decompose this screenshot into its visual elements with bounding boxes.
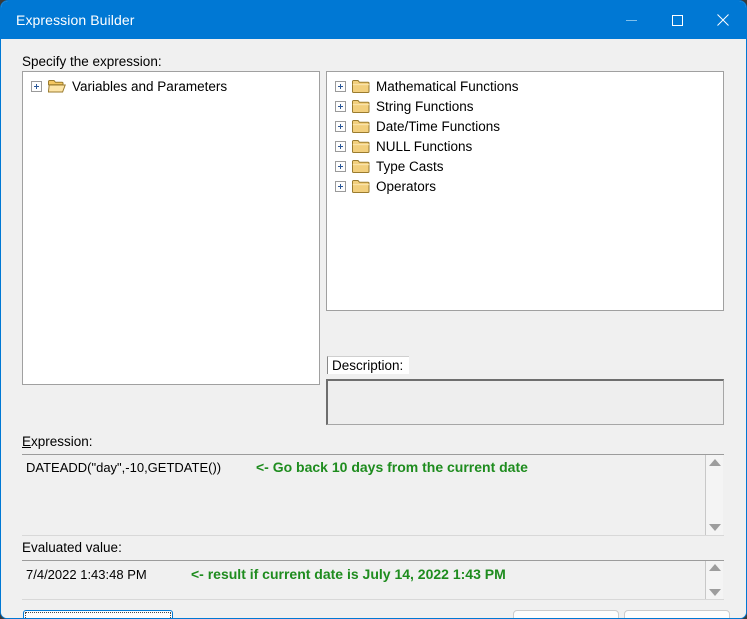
evaluated-scrollbar[interactable] (705, 561, 723, 599)
window-title: Expression Builder (16, 12, 135, 28)
tree-item-label: NULL Functions (376, 138, 473, 154)
expand-plus-icon[interactable] (335, 80, 346, 92)
expand-plus-icon[interactable] (31, 80, 42, 92)
description-label: Description: (327, 356, 410, 374)
tree-item-operators[interactable]: Operators (327, 176, 723, 196)
tree-item-label: Type Casts (376, 158, 444, 174)
tree-item-date-time-functions[interactable]: Date/Time Functions (327, 116, 723, 136)
evaluated-value-label: Evaluated value: (22, 540, 122, 555)
evaluate-label-accel: v (45, 616, 52, 619)
evaluate-expression-focus-ring: Evaluate Expression (25, 612, 171, 619)
scroll-up-arrow-icon[interactable] (708, 564, 721, 571)
expression-builder-window: Expression Builder Specify the expressio… (0, 0, 747, 619)
expression-scrollbar[interactable] (705, 455, 723, 535)
evaluate-label-prefix: E (36, 616, 45, 619)
close-icon (717, 14, 729, 26)
expression-value: DATEADD("day",-10,GETDATE()) (26, 460, 222, 475)
tree-item-label: Mathematical Functions (376, 78, 519, 94)
tree-item-label: Operators (376, 178, 437, 194)
caption-button-group (608, 1, 746, 39)
tree-item-null-functions[interactable]: NULL Functions (327, 136, 723, 156)
tree-item-variables-and-parameters[interactable]: Variables and Parameters (23, 76, 319, 96)
expression-label: Expression: (22, 434, 93, 449)
functions-tree-panel[interactable]: Mathematical Functions String Functions (326, 71, 724, 311)
folder-icon (352, 119, 370, 133)
specify-expression-label: Specify the expression: (22, 54, 162, 69)
scroll-down-arrow-icon[interactable] (708, 589, 721, 596)
close-button[interactable] (700, 1, 746, 39)
folder-open-icon (47, 79, 66, 93)
variables-tree-panel[interactable]: Variables and Parameters (22, 71, 320, 385)
evaluated-annotation: <- result if current date is July 14, 20… (191, 566, 506, 582)
expand-plus-icon[interactable] (335, 120, 346, 132)
tree-item-string-functions[interactable]: String Functions (327, 96, 723, 116)
scroll-down-arrow-icon[interactable] (708, 524, 721, 531)
evaluate-expression-button[interactable]: Evaluate Expression (23, 610, 173, 619)
maximize-button[interactable] (654, 1, 700, 39)
minimize-icon (625, 19, 637, 21)
minimize-button[interactable] (608, 1, 654, 39)
tree-item-label: String Functions (376, 98, 474, 114)
tree-item-label: Variables and Parameters (72, 78, 228, 94)
title-bar[interactable]: Expression Builder (1, 1, 746, 39)
ok-button[interactable]: OK (513, 610, 619, 618)
expand-plus-icon[interactable] (335, 180, 346, 192)
folder-icon (352, 99, 370, 113)
tree-item-label: Date/Time Functions (376, 118, 501, 134)
folder-icon (352, 179, 370, 193)
folder-icon (352, 159, 370, 173)
description-textbox[interactable] (326, 379, 724, 425)
scroll-up-arrow-icon[interactable] (708, 459, 721, 466)
folder-icon (352, 79, 370, 93)
tree-item-type-casts[interactable]: Type Casts (327, 156, 723, 176)
evaluate-label-rest: aluate Expression (52, 616, 159, 619)
dialog-client-area: Specify the expression: Variables and Pa… (1, 39, 746, 618)
expand-plus-icon[interactable] (335, 160, 346, 172)
evaluated-value: 7/4/2022 1:43:48 PM (26, 567, 147, 582)
cancel-button[interactable]: Cancel (624, 610, 730, 618)
expression-annotation: <- Go back 10 days from the current date (256, 459, 528, 475)
tree-item-mathematical-functions[interactable]: Mathematical Functions (327, 76, 723, 96)
expression-label-accel: E (22, 434, 32, 449)
expand-plus-icon[interactable] (335, 140, 346, 152)
folder-icon (352, 139, 370, 153)
maximize-icon (671, 14, 683, 26)
expression-label-rest: xpression: (31, 434, 93, 449)
expand-plus-icon[interactable] (335, 100, 346, 112)
